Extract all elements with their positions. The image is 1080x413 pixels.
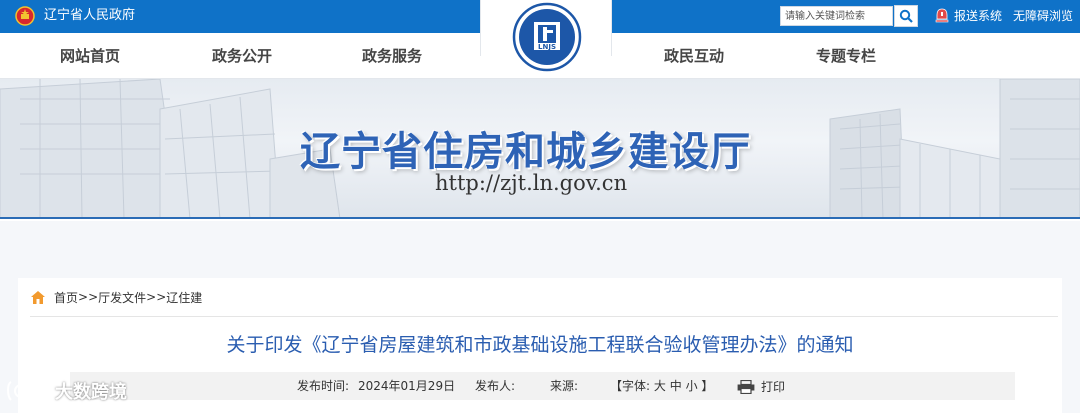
breadcrumb-separator: >> bbox=[78, 290, 99, 304]
font-size-medium[interactable]: 中 bbox=[670, 379, 682, 393]
print-button[interactable]: 打印 bbox=[737, 378, 785, 395]
source-label: 来源: bbox=[550, 379, 579, 393]
publisher-label: 发布人: bbox=[475, 379, 516, 393]
nav-item-interaction[interactable]: 政民互动 bbox=[664, 47, 724, 65]
watermark: 大数跨境 bbox=[5, 378, 127, 404]
nav-item-gov-services[interactable]: 政务服务 bbox=[362, 47, 422, 65]
banner-title: 辽宁省住房和城乡建设厅 bbox=[300, 128, 751, 175]
print-label: 打印 bbox=[761, 380, 786, 394]
article-title: 关于印发《辽宁省房屋建筑和市政基础设施工程联合验收管理办法》的通知 bbox=[226, 334, 854, 356]
font-size-close: 】 bbox=[701, 379, 714, 393]
home-icon bbox=[31, 290, 45, 304]
department-logo[interactable]: LNJS bbox=[480, 0, 612, 72]
breadcrumb-home[interactable]: 首页 bbox=[54, 289, 78, 306]
divider bbox=[30, 316, 1058, 317]
breadcrumb-separator: >> bbox=[146, 290, 167, 304]
breadcrumb-lnzj[interactable]: 辽住建 bbox=[166, 289, 202, 306]
printer-icon bbox=[737, 379, 755, 394]
search-icon bbox=[899, 9, 913, 23]
nav-item-gov-affairs[interactable]: 政务公开 bbox=[212, 47, 272, 65]
svg-text:LNJS: LNJS bbox=[538, 43, 556, 51]
watermark-logo-icon bbox=[7, 381, 42, 401]
report-system-link[interactable]: 报送系统 bbox=[954, 8, 1002, 24]
lnjs-logo-icon: LNJS bbox=[512, 2, 582, 72]
publish-time-label: 发布时间: bbox=[297, 379, 350, 393]
search-input[interactable] bbox=[780, 6, 893, 26]
font-size-small[interactable]: 小 bbox=[686, 379, 698, 393]
watermark-text: 大数跨境 bbox=[55, 382, 127, 403]
banner-url: http://zjt.ln.gov.cn bbox=[435, 171, 628, 195]
site-name-link[interactable]: 辽宁省人民政府 bbox=[44, 8, 135, 24]
emblem-icon bbox=[15, 6, 35, 26]
breadcrumb-dept-documents[interactable]: 厅发文件 bbox=[98, 289, 146, 306]
font-size-control: 【字体: 大 中 小 】 bbox=[610, 379, 713, 393]
nav-item-home[interactable]: 网站首页 bbox=[60, 47, 120, 65]
nav-item-topics[interactable]: 专题专栏 bbox=[816, 47, 876, 65]
publish-date: 2024年01月29日 bbox=[358, 379, 456, 393]
breadcrumb: 首页 >> 厅发文件 >> 辽住建 bbox=[30, 289, 202, 305]
article-meta-bar bbox=[70, 372, 1015, 400]
accessibility-link[interactable]: 无障碍浏览 bbox=[1013, 8, 1073, 24]
font-size-label: 【字体: bbox=[610, 379, 651, 393]
search-button[interactable] bbox=[894, 5, 918, 27]
header-banner: 辽宁省住房和城乡建设厅 http://zjt.ln.gov.cn bbox=[0, 79, 1080, 219]
font-size-large[interactable]: 大 bbox=[654, 379, 666, 393]
report-icon bbox=[935, 8, 949, 23]
